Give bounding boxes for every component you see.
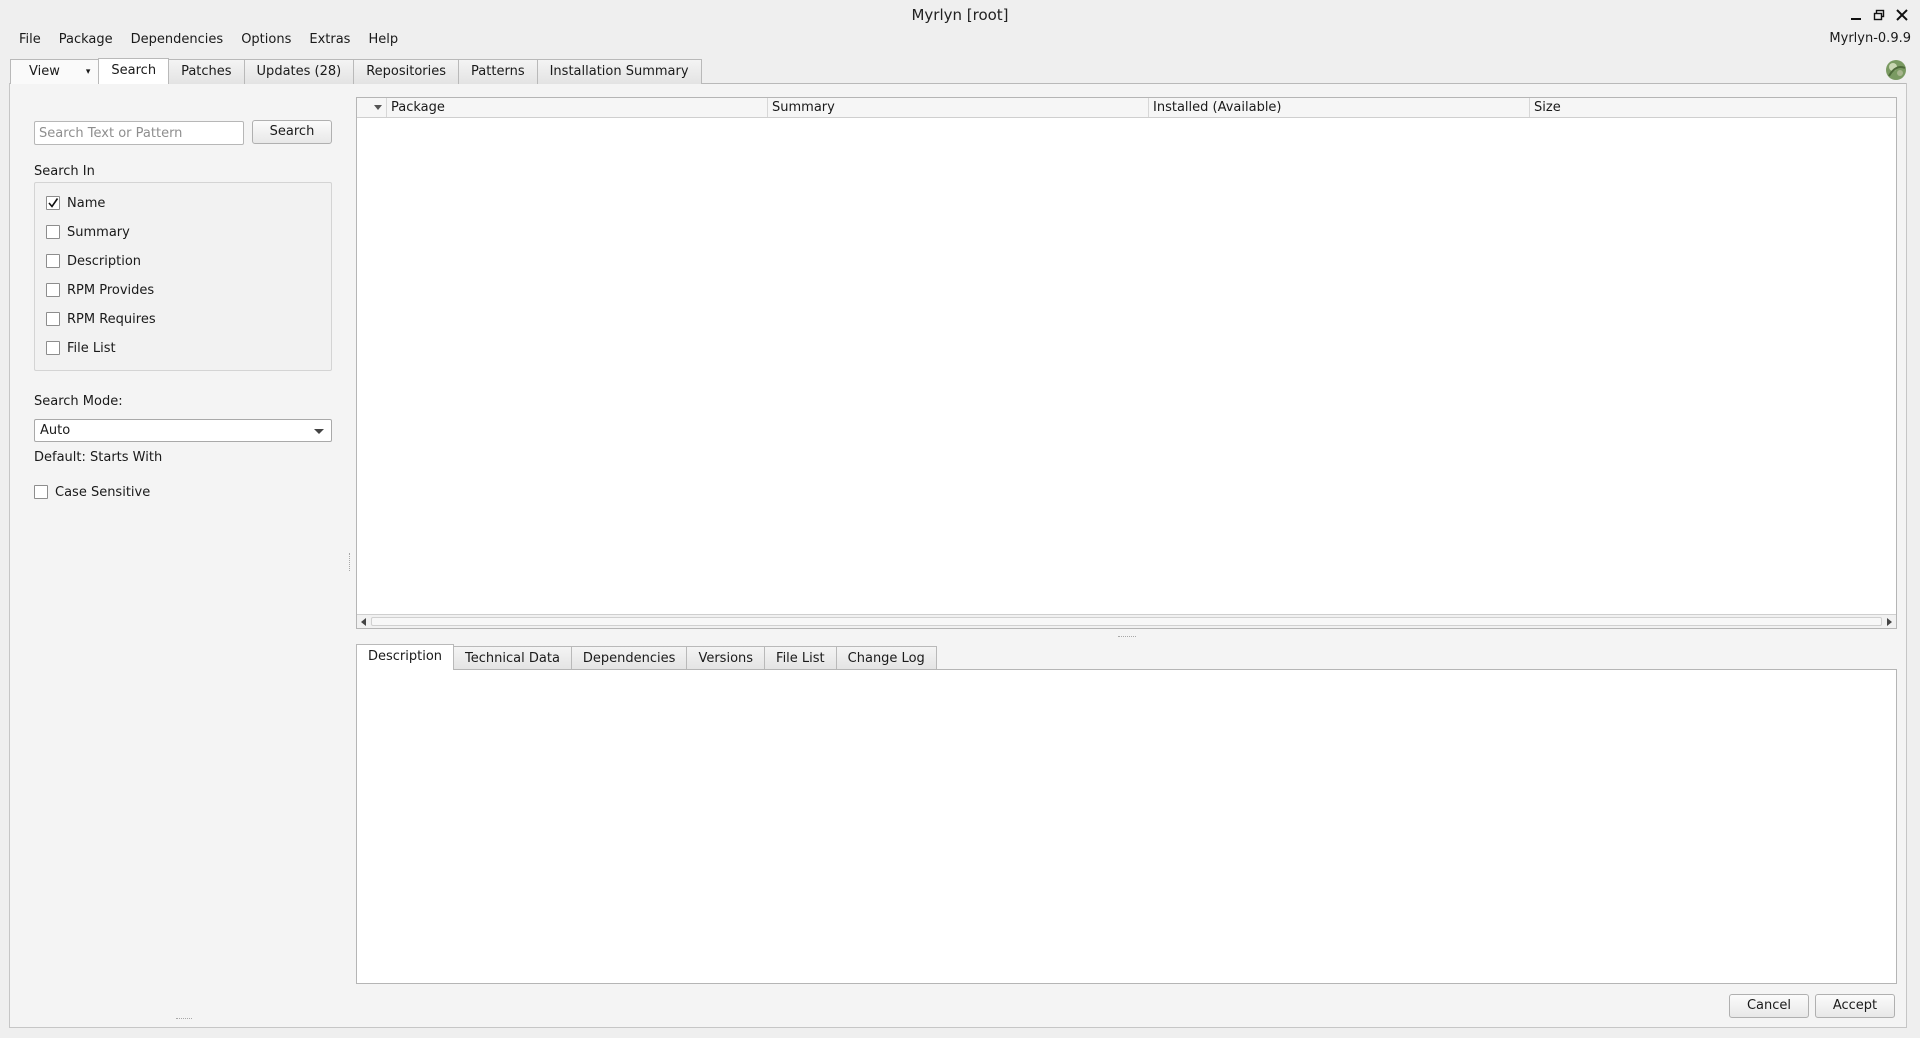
app-logo-icon	[1883, 56, 1909, 82]
column-header-summary[interactable]: Summary	[768, 98, 1149, 117]
search-in-rpm-requires-label: RPM Requires	[67, 311, 156, 327]
search-in-name-label: Name	[67, 195, 106, 211]
tab-patches[interactable]: Patches	[168, 59, 245, 84]
resize-grip[interactable]	[176, 1018, 192, 1020]
search-in-rpm-requires-checkbox[interactable]: RPM Requires	[46, 309, 156, 329]
scrollbar-thumb[interactable]	[371, 617, 1882, 626]
tab-file-list[interactable]: File List	[764, 646, 837, 670]
scroll-right-icon[interactable]	[1887, 618, 1892, 626]
tab-technical-data[interactable]: Technical Data	[453, 646, 572, 670]
tab-patterns[interactable]: Patterns	[458, 59, 538, 84]
window-title: Myrlyn [root]	[911, 6, 1009, 24]
minimize-icon	[1851, 18, 1861, 20]
sort-column-header[interactable]	[357, 98, 387, 117]
minimize-button[interactable]	[1846, 5, 1866, 25]
package-table: Package Summary Installed (Available) Si…	[356, 97, 1897, 629]
checkbox-unchecked-icon	[34, 485, 48, 499]
tab-repositories[interactable]: Repositories	[353, 59, 460, 84]
description-panel	[356, 669, 1897, 984]
close-icon	[1896, 9, 1908, 21]
version-label: Myrlyn-0.9.9	[1829, 31, 1911, 46]
restore-icon	[1873, 9, 1885, 21]
search-mode-value: Auto	[40, 423, 71, 438]
search-in-rpm-provides-label: RPM Provides	[67, 282, 155, 298]
scroll-left-icon[interactable]	[361, 618, 366, 626]
view-menu-button[interactable]: View ▾	[10, 59, 100, 84]
menu-extras[interactable]: Extras	[300, 30, 359, 50]
search-mode-select[interactable]: Auto	[34, 419, 332, 442]
search-in-rpm-provides-checkbox[interactable]: RPM Provides	[46, 280, 154, 300]
top-tab-bar: View ▾ Search Patches Updates (28) Repos…	[10, 58, 702, 84]
search-in-file-list-checkbox[interactable]: File List	[46, 338, 116, 358]
tab-installation-summary[interactable]: Installation Summary	[536, 59, 702, 84]
search-in-label: Search In	[34, 164, 95, 179]
table-header: Package Summary Installed (Available) Si…	[357, 98, 1896, 118]
menu-package[interactable]: Package	[50, 30, 122, 50]
maximize-button[interactable]	[1869, 5, 1889, 25]
sort-descending-icon	[374, 105, 382, 110]
column-header-installed[interactable]: Installed (Available)	[1149, 98, 1530, 117]
chevron-down-icon: ▾	[85, 67, 91, 77]
checkbox-unchecked-icon	[46, 254, 60, 268]
column-header-size[interactable]: Size	[1530, 98, 1896, 117]
checkbox-unchecked-icon	[46, 225, 60, 239]
tab-change-log[interactable]: Change Log	[835, 646, 937, 670]
checkbox-unchecked-icon	[46, 283, 60, 297]
detail-tab-bar: Description Technical Data Dependencies …	[356, 644, 937, 670]
horizontal-splitter-handle[interactable]	[1118, 636, 1136, 638]
tab-updates[interactable]: Updates (28)	[243, 59, 355, 84]
column-header-package[interactable]: Package	[387, 98, 768, 117]
checkbox-unchecked-icon	[46, 341, 60, 355]
accept-button[interactable]: Accept	[1815, 994, 1895, 1018]
search-in-name-checkbox[interactable]: Name	[46, 193, 105, 213]
search-in-summary-label: Summary	[67, 224, 130, 240]
menu-help[interactable]: Help	[359, 30, 407, 50]
case-sensitive-checkbox[interactable]: Case Sensitive	[34, 482, 150, 502]
view-label: View	[29, 64, 60, 79]
tab-versions[interactable]: Versions	[686, 646, 766, 670]
tab-description[interactable]: Description	[356, 644, 455, 670]
tab-dependencies[interactable]: Dependencies	[570, 646, 688, 670]
tab-search[interactable]: Search	[98, 58, 170, 84]
case-sensitive-label: Case Sensitive	[55, 484, 151, 500]
search-in-description-checkbox[interactable]: Description	[46, 251, 141, 271]
search-button[interactable]: Search	[252, 120, 332, 144]
cancel-button[interactable]: Cancel	[1729, 994, 1809, 1018]
checkbox-checked-icon	[46, 196, 60, 210]
search-in-summary-checkbox[interactable]: Summary	[46, 222, 130, 242]
close-button[interactable]	[1892, 5, 1912, 25]
search-in-file-list-label: File List	[67, 340, 116, 356]
menu-file[interactable]: File	[10, 30, 50, 50]
dropdown-arrow-icon	[314, 429, 324, 434]
checkbox-unchecked-icon	[46, 312, 60, 326]
search-input[interactable]	[34, 121, 244, 145]
menu-options[interactable]: Options	[232, 30, 300, 50]
vertical-splitter-handle[interactable]	[349, 553, 351, 571]
search-mode-label: Search Mode:	[34, 394, 123, 409]
search-mode-default-label: Default: Starts With	[34, 450, 163, 465]
menu-bar: File Package Dependencies Options Extras…	[10, 30, 407, 50]
horizontal-scrollbar[interactable]	[357, 614, 1896, 628]
menu-dependencies[interactable]: Dependencies	[122, 30, 233, 50]
search-in-description-label: Description	[67, 253, 142, 269]
